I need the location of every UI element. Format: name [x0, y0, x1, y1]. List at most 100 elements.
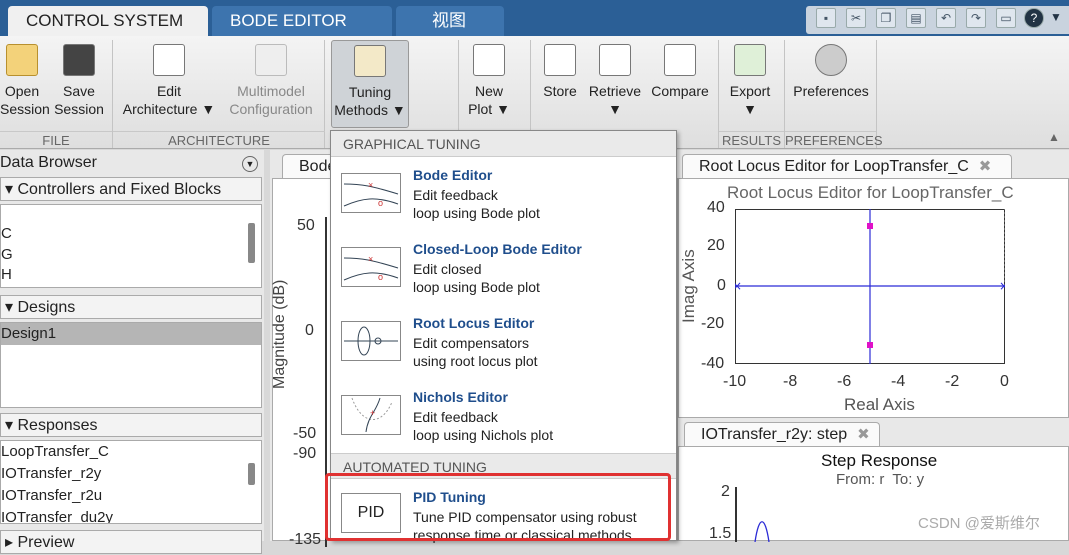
list-item[interactable]: LoopTransfer_C: [1, 441, 261, 463]
graphical-tuning-header: GRAPHICAL TUNING: [331, 131, 676, 157]
menu-item-description: Edit compensators using root locus plot: [413, 335, 538, 369]
highlight-box: [325, 473, 671, 541]
section-title: Designs: [17, 299, 76, 316]
store-icon: [544, 44, 576, 76]
list-item[interactable]: IOTransfer_r2u: [1, 485, 261, 507]
responses-section-header[interactable]: ▾ Responses: [0, 413, 262, 437]
button-label: ▼: [743, 101, 757, 117]
controllers-section-header[interactable]: ▾ Controllers and Fixed Blocks: [0, 177, 262, 201]
retrieve-button[interactable]: Retrieve ▼: [588, 40, 642, 128]
tuning-methods-button[interactable]: Tuning Methods ▼: [331, 40, 409, 128]
data-browser-panel: Data Browser ▼ ▾ Controllers and Fixed B…: [0, 150, 264, 554]
step-document-tab[interactable]: IOTransfer_r2y: step ✖: [684, 422, 880, 446]
menu-item-title: Closed-Loop Bode Editor: [413, 241, 582, 257]
list-item[interactable]: H: [1, 265, 261, 285]
multimodel-configuration-button[interactable]: Multimodel Configuration: [224, 40, 318, 128]
plot-subtitle: From: r To: y: [836, 471, 925, 488]
section-label-file: FILE: [0, 131, 112, 149]
menu-item-title: Bode Editor: [413, 167, 493, 183]
button-label: Session: [0, 101, 50, 117]
x-tick-label: -6: [837, 373, 852, 390]
panel-title: Data Browser: [0, 154, 97, 171]
data-browser-title: Data Browser: [0, 152, 264, 174]
help-icon[interactable]: ?: [1024, 8, 1044, 28]
section-title: Controllers and Fixed Blocks: [17, 181, 222, 198]
nichols-editor-menu-item[interactable]: + Nichols Editor Edit feedback loop using…: [331, 379, 676, 453]
bode-tick-label: -90: [293, 445, 317, 462]
root-locus-plot[interactable]: Root Locus Editor for LoopTransfer_C × ×…: [678, 178, 1069, 418]
export-icon: [734, 44, 766, 76]
designs-section-header[interactable]: ▾ Designs: [0, 295, 262, 319]
close-icon[interactable]: ✖: [979, 158, 992, 175]
redo-icon[interactable]: ↷: [966, 8, 986, 28]
save-icon[interactable]: ▪: [816, 8, 836, 28]
tuning-methods-icon: [354, 45, 386, 77]
button-label: Preferences: [793, 83, 869, 99]
block-diagram-icon: [153, 44, 185, 76]
y-tick-label: 0: [717, 277, 726, 294]
preview-section-header[interactable]: ▸ Preview: [0, 530, 262, 554]
close-icon[interactable]: ✖: [857, 426, 870, 443]
gear-icon: [815, 44, 847, 76]
folder-icon: [6, 44, 38, 76]
button-label: Plot ▼: [468, 101, 510, 117]
list-item[interactable]: IOTransfer_du2y: [1, 507, 261, 523]
button-label: Store: [543, 83, 577, 99]
step-response-curve: [754, 521, 770, 542]
root-locus-document-tab[interactable]: Root Locus Editor for LoopTransfer_C ✖: [682, 154, 1012, 178]
collapse-ribbon-icon[interactable]: ▲: [1048, 130, 1060, 144]
button-label: Edit: [156, 83, 182, 99]
export-button[interactable]: Export ▼: [724, 40, 776, 128]
bode-tick-label: -135: [289, 531, 322, 548]
button-label: Multimodel: [237, 83, 305, 99]
tab-control-system[interactable]: CONTROL SYSTEM: [8, 6, 208, 36]
scrollbar[interactable]: [248, 463, 255, 485]
y-tick-label: -20: [701, 315, 725, 332]
bode-tick-label: 0: [305, 322, 314, 339]
root-locus-editor-menu-item[interactable]: Root Locus Editor Edit compensators using…: [331, 305, 676, 379]
plot-title: Step Response: [821, 451, 938, 470]
x-tick-label: -8: [783, 373, 798, 390]
closed-loop-bode-icon: × o: [341, 247, 401, 287]
new-plot-button[interactable]: New Plot ▼: [462, 40, 516, 128]
y-tick-label: 20: [707, 237, 725, 254]
svg-text:+: +: [370, 408, 375, 418]
responses-list: LoopTransfer_C IOTransfer_r2y IOTransfer…: [0, 440, 262, 524]
list-item[interactable]: G: [1, 245, 261, 265]
list-item[interactable]: Design1: [1, 323, 261, 345]
list-item[interactable]: IOTransfer_r2y: [1, 463, 261, 485]
save-session-button[interactable]: Save Session: [54, 40, 104, 128]
svg-text:×: ×: [368, 180, 373, 190]
menu-item-description: Edit feedback loop using Nichols plot: [413, 409, 554, 443]
button-label: Export: [729, 83, 771, 99]
new-plot-icon: [473, 44, 505, 76]
paste-icon[interactable]: ▤: [906, 8, 926, 28]
cut-icon[interactable]: ✂: [846, 8, 866, 28]
list-item[interactable]: C: [1, 223, 261, 245]
button-label: ▼: [608, 101, 622, 117]
undo-icon[interactable]: ↶: [936, 8, 956, 28]
preferences-button[interactable]: Preferences: [790, 40, 872, 128]
copy-icon[interactable]: ❐: [876, 8, 896, 28]
svg-text:×: ×: [999, 279, 1005, 293]
button-label: New: [474, 83, 503, 99]
controllers-list: C G H: [0, 204, 262, 288]
help-dropdown-icon[interactable]: ▼: [1050, 10, 1062, 24]
tab-bode-editor[interactable]: BODE EDITOR: [212, 6, 392, 36]
closed-loop-bode-editor-menu-item[interactable]: × o Closed-Loop Bode Editor Edit closed lo…: [331, 231, 676, 305]
section-label-results: RESULTS: [719, 131, 784, 149]
edit-architecture-button[interactable]: Edit Architecture ▼: [120, 40, 218, 128]
section-title: Responses: [17, 417, 98, 434]
watermark: CSDN @爱斯维尔: [918, 515, 1040, 532]
compare-button[interactable]: Compare: [650, 40, 710, 128]
scrollbar[interactable]: [248, 223, 255, 263]
bode-editor-menu-item[interactable]: × o Bode Editor Edit feedback loop using B…: [331, 157, 676, 231]
x-axis-label: Real Axis: [844, 395, 915, 414]
menu-item-title: Nichols Editor: [413, 389, 508, 405]
window-icon[interactable]: ▭: [996, 8, 1016, 28]
panel-menu-icon[interactable]: ▼: [242, 156, 258, 172]
retrieve-icon: [599, 44, 631, 76]
store-button[interactable]: Store: [538, 40, 582, 128]
tab-view[interactable]: 视图: [396, 6, 504, 36]
open-session-button[interactable]: Open Session: [0, 40, 50, 128]
